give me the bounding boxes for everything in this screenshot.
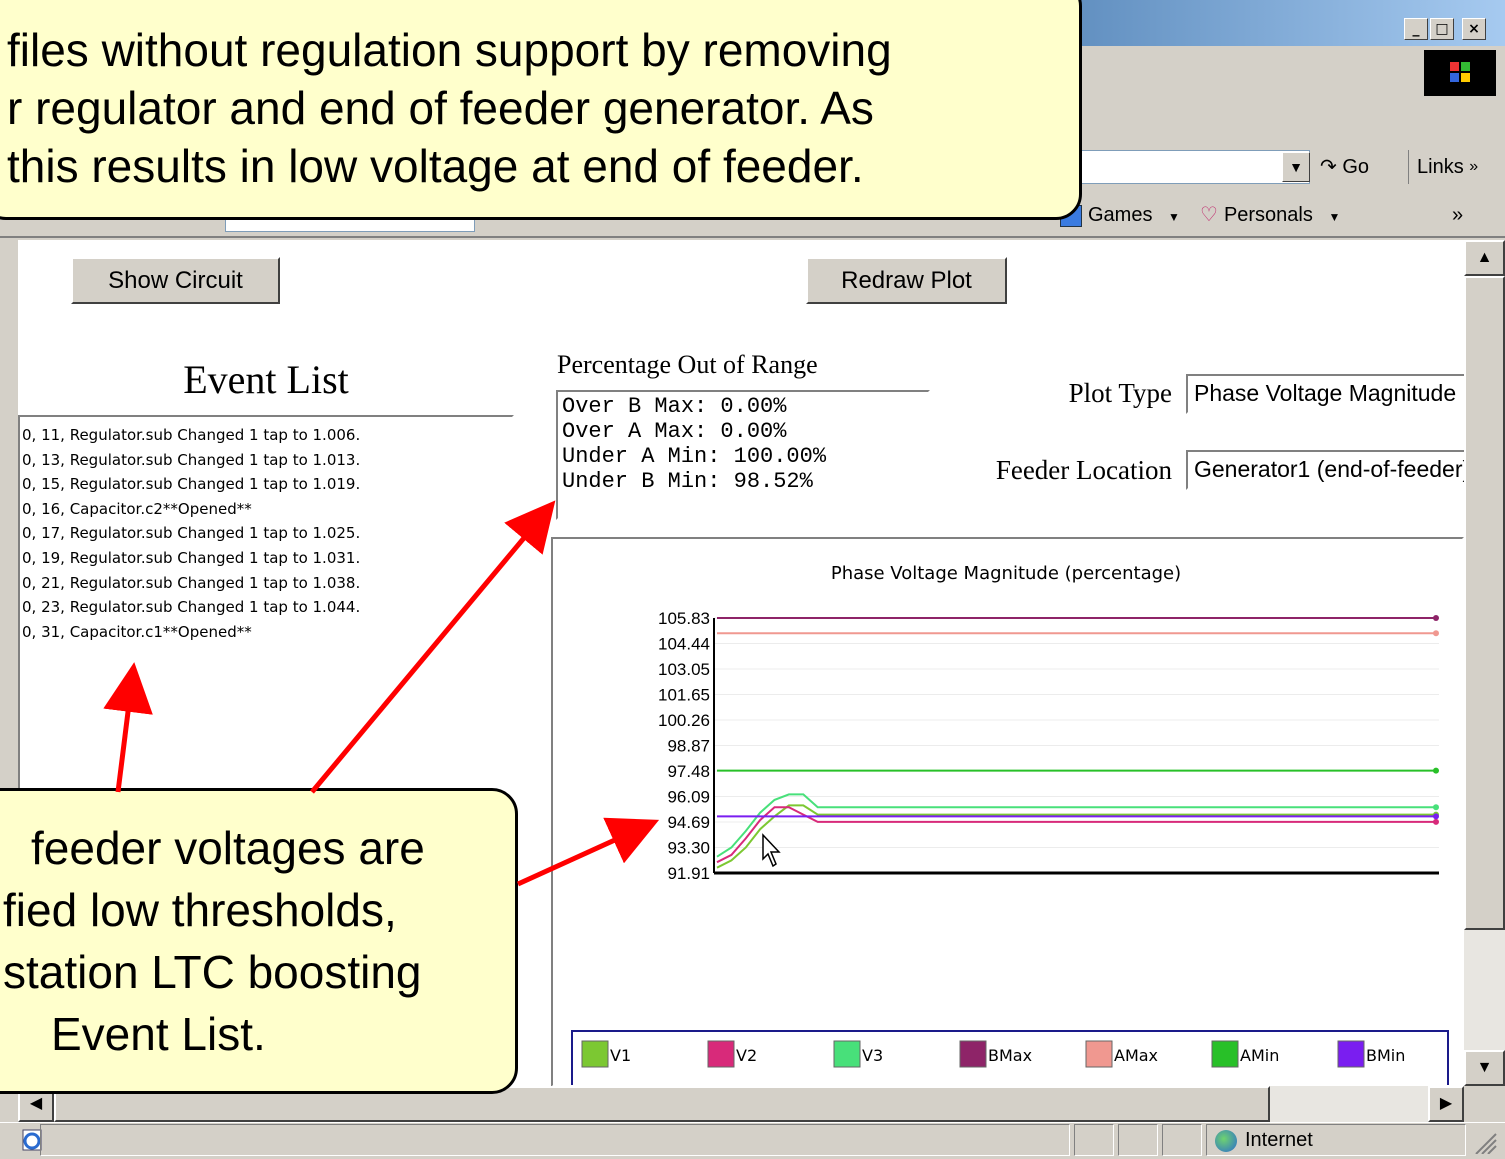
- windows-logo-icon: [1424, 50, 1496, 96]
- legend-swatch: [1211, 1040, 1239, 1068]
- legend-swatch: [1337, 1040, 1365, 1068]
- status-pane: [1118, 1124, 1158, 1156]
- globe-icon: [1215, 1129, 1237, 1152]
- feeder-location-label: Feeder Location: [995, 455, 1172, 485]
- y-tick-label: 104.44: [658, 635, 710, 654]
- series-end-point: [1433, 804, 1439, 811]
- legend-label: BMin: [1366, 1046, 1405, 1065]
- legend-swatch: [959, 1040, 987, 1068]
- event-list-item[interactable]: 0, 13, Regulator.sub Changed 1 tap to 1.…: [20, 448, 512, 473]
- legend-label: V1: [610, 1046, 631, 1065]
- event-list-item[interactable]: 0, 17, Regulator.sub Changed 1 tap to 1.…: [20, 521, 512, 546]
- callout-top-line: this results in low voltage at end of fe…: [7, 140, 864, 192]
- zone-pane: Internet: [1206, 1124, 1466, 1156]
- y-tick-label: 103.05: [658, 660, 710, 679]
- series-line-v1: [716, 804, 1436, 869]
- callout-bottom-line: fied low thresholds,: [3, 884, 397, 936]
- legend-swatch: [833, 1040, 861, 1068]
- series-end-point: [1433, 767, 1439, 774]
- minimize-button[interactable]: _: [1404, 18, 1428, 40]
- event-list-item[interactable]: 0, 15, Regulator.sub Changed 1 tap to 1.…: [20, 472, 512, 497]
- links-toolbar-chevron-icon[interactable]: »: [1452, 198, 1463, 232]
- y-tick-label: 105.83: [658, 609, 710, 628]
- y-tick-label: 97.48: [667, 762, 710, 781]
- address-dropdown-button[interactable]: ▼: [1282, 152, 1310, 182]
- legend-label: BMax: [988, 1046, 1032, 1065]
- legend-swatch: [1085, 1040, 1113, 1068]
- legend-label: V3: [862, 1046, 883, 1065]
- series-end-point: [1433, 630, 1439, 637]
- callout-bottom-line: station LTC boosting: [3, 946, 422, 998]
- event-list-item[interactable]: 0, 19, Regulator.sub Changed 1 tap to 1.…: [20, 546, 512, 571]
- event-list-item[interactable]: 0, 31, Capacitor.c1**Opened**: [20, 620, 512, 645]
- event-list-item[interactable]: 0, 11, Regulator.sub Changed 1 tap to 1.…: [20, 423, 512, 448]
- series-end-point: [1433, 818, 1439, 825]
- legend-label: AMin: [1240, 1046, 1279, 1065]
- series-end-point: [1433, 813, 1439, 820]
- callout-bottom-line: feeder voltages are: [31, 822, 425, 874]
- mouse-cursor-icon: [762, 833, 781, 868]
- legend-label: V2: [736, 1046, 757, 1065]
- games-dropdown-icon: ▼: [1168, 210, 1180, 224]
- legend-swatch: [707, 1040, 735, 1068]
- show-circuit-button[interactable]: Show Circuit: [71, 257, 280, 304]
- y-tick-label: 96.09: [667, 788, 710, 807]
- feeder-location-select[interactable]: Generator1 (end-of-feeder): [1186, 450, 1466, 490]
- zone-label: Internet: [1245, 1129, 1313, 1151]
- scroll-up-button[interactable]: ▲: [1464, 240, 1505, 276]
- series-end-point: [1433, 615, 1439, 621]
- plot-type-label: Plot Type: [1068, 378, 1172, 408]
- y-tick-label: 91.91: [667, 864, 710, 883]
- event-list-item[interactable]: 0, 23, Regulator.sub Changed 1 tap to 1.…: [20, 595, 512, 620]
- address-input[interactable]: [1080, 150, 1310, 184]
- y-tick-label: 93.30: [667, 839, 710, 858]
- status-pane: [1162, 1124, 1202, 1156]
- range-line: Under A Min: 100.00%: [562, 444, 827, 469]
- range-line: Under B Min: 98.52%: [562, 469, 813, 494]
- callout-bottom-line: Event List.: [51, 1008, 266, 1060]
- range-line: Over A Max: 0.00%: [562, 419, 787, 444]
- y-tick-label: 94.69: [667, 813, 710, 832]
- range-line: Over B Max: 0.00%: [562, 394, 787, 419]
- scroll-right-button[interactable]: ▶: [1428, 1086, 1464, 1122]
- legend-label: AMax: [1114, 1046, 1158, 1065]
- go-label: Go: [1342, 156, 1370, 178]
- plot-type-select[interactable]: Phase Voltage Magnitude: [1186, 374, 1466, 414]
- status-pane: [1074, 1124, 1114, 1156]
- personals-link[interactable]: ♡ Personals ▼: [1200, 198, 1340, 232]
- maximize-button[interactable]: □: [1430, 18, 1454, 40]
- status-text-pane: [40, 1124, 1070, 1156]
- callout-top-line: r regulator and end of feeder generator.…: [7, 82, 874, 134]
- go-arrow-icon: ↷: [1320, 156, 1337, 178]
- event-list-item[interactable]: 0, 21, Regulator.sub Changed 1 tap to 1.…: [20, 571, 512, 596]
- callout-bottom: feeder voltages are fied low thresholds,…: [0, 788, 518, 1094]
- range-textarea[interactable]: Over B Max: 0.00% Over A Max: 0.00% Unde…: [556, 390, 930, 520]
- scroll-down-button[interactable]: ▼: [1464, 1050, 1505, 1086]
- callout-top-line: files without regulation support by remo…: [7, 24, 892, 76]
- links-chevron-icon: »: [1469, 158, 1479, 175]
- legend-swatch: [581, 1040, 609, 1068]
- links-label: Links: [1417, 156, 1464, 178]
- event-list-item[interactable]: 0, 16, Capacitor.c2**Opened**: [20, 497, 512, 522]
- scroll-corner: [1464, 1086, 1505, 1122]
- chart-title: Phase Voltage Magnitude (percentage): [831, 563, 1181, 584]
- heart-icon: ♡: [1200, 204, 1218, 226]
- vertical-scroll-thumb[interactable]: [1464, 276, 1505, 930]
- y-tick-label: 101.65: [658, 686, 710, 705]
- range-title: Percentage Out of Range: [557, 350, 818, 379]
- links-button[interactable]: Links »: [1408, 150, 1505, 184]
- redraw-plot-button[interactable]: Redraw Plot: [806, 257, 1007, 304]
- personals-dropdown-icon: ▼: [1328, 210, 1341, 224]
- go-button[interactable]: ↷ Go: [1320, 150, 1400, 184]
- y-tick-label: 100.26: [658, 711, 710, 730]
- event-list-title: Event List: [183, 357, 349, 402]
- voltage-chart: Phase Voltage Magnitude (percentage) 105…: [571, 563, 1449, 1085]
- resize-grip-icon[interactable]: [1470, 1128, 1500, 1155]
- close-button[interactable]: ×: [1462, 18, 1486, 40]
- games-label: Games: [1088, 204, 1153, 226]
- personals-label: Personals: [1223, 204, 1313, 226]
- y-tick-label: 98.87: [667, 737, 710, 756]
- callout-top: files without regulation support by remo…: [0, 0, 1082, 220]
